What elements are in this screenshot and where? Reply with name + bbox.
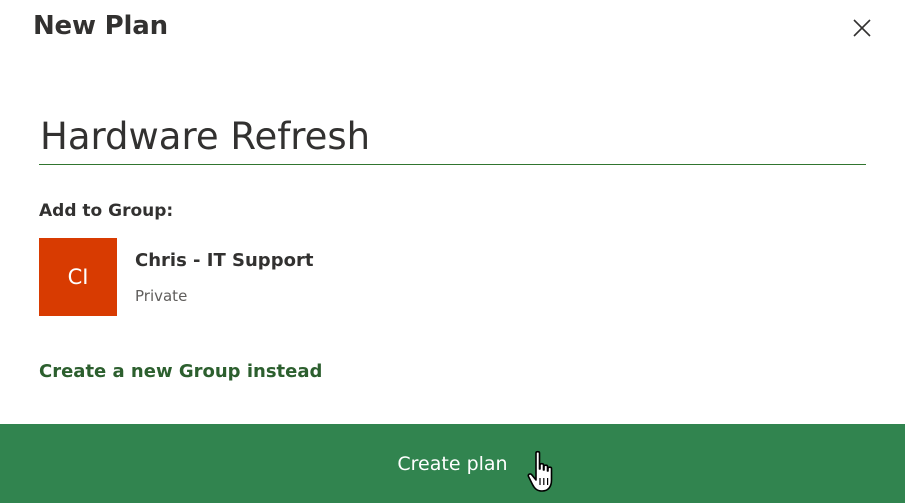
close-icon	[853, 19, 871, 37]
add-to-group-label: Add to Group:	[39, 201, 174, 221]
new-plan-dialog: New Plan Add to Group: CI Chris - IT Sup…	[0, 0, 905, 503]
create-plan-label: Create plan	[397, 452, 508, 475]
group-selector[interactable]: CI Chris - IT Support Private	[39, 238, 539, 316]
group-name: Chris - IT Support	[135, 250, 314, 271]
group-privacy: Private	[135, 287, 188, 305]
dialog-title: New Plan	[33, 11, 168, 41]
create-new-group-link[interactable]: Create a new Group instead	[39, 360, 322, 384]
group-avatar: CI	[39, 238, 117, 316]
create-plan-button[interactable]: Create plan	[0, 424, 905, 503]
close-button[interactable]	[846, 12, 878, 44]
group-avatar-initials: CI	[67, 265, 89, 289]
plan-name-input[interactable]	[39, 110, 866, 165]
